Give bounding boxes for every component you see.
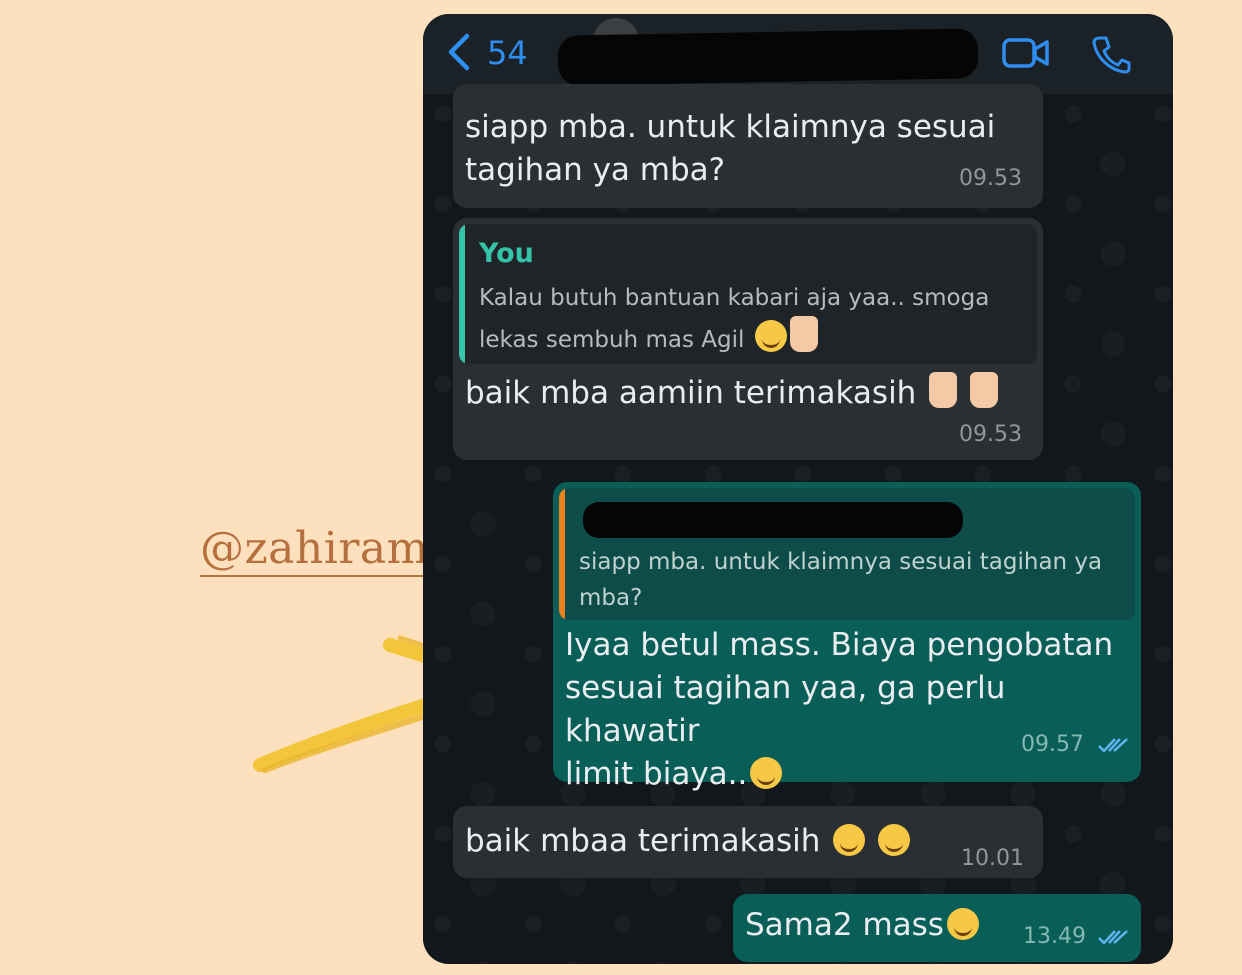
message-incoming[interactable]: You Kalau butuh bantuan kabari aja yaa..… (453, 218, 1043, 460)
message-text-line: siapp mba. untuk klaimnya sesuai (465, 109, 996, 145)
message-text: baik mba aamiin terimakasih (465, 372, 999, 415)
video-camera-icon[interactable] (1001, 36, 1051, 70)
chevron-left-icon[interactable] (445, 32, 475, 72)
message-incoming[interactable]: siapp mba. untuk klaimnya sesuai tagihan… (453, 84, 1043, 208)
message-time: 09.53 (959, 166, 1022, 191)
quote-text: Kalau butuh bantuan kabari aja yaa.. smo… (479, 280, 989, 358)
quote-text-line: Kalau butuh bantuan kabari aja yaa.. smo… (479, 285, 990, 311)
quote-text-line: lekas sembuh mas Agil (479, 316, 989, 358)
quote-bar (559, 488, 565, 620)
message-time: 09.57 (1021, 732, 1084, 757)
message-text: siapp mba. untuk klaimnya sesuai tagihan… (465, 106, 995, 192)
chat-area[interactable]: siapp mba. untuk klaimnya sesuai tagihan… (423, 84, 1173, 964)
message-outgoing[interactable]: siapp mba. untuk klaimnya sesuai tagihan… (553, 482, 1141, 792)
unread-count[interactable]: 54 (487, 34, 528, 72)
quote-text: siapp mba. untuk klaimnya sesuai tagihan… (579, 544, 1102, 616)
phone-icon[interactable] (1091, 34, 1131, 74)
folded-hands-emoji (789, 316, 818, 352)
message-time: 09.53 (959, 422, 1022, 447)
folded-hands-emoji (970, 372, 999, 408)
smiling-face-emoji (754, 320, 787, 352)
message-outgoing[interactable]: Sama2 mass 13.49 (733, 894, 1141, 962)
message-text-line: Iyaa betul mass. Biaya pengobatan (565, 627, 1114, 663)
quote-bar (459, 224, 465, 364)
redacted-quote-author (583, 502, 963, 538)
message-incoming[interactable]: baik mbaa terimakasih 10.01 (453, 806, 1043, 878)
message-time: 13.49 (1023, 924, 1086, 949)
redacted-contact-name[interactable] (557, 28, 979, 86)
phone-screen: 54 siapp mba. untuk klaimnya sesuai tagi… (423, 14, 1173, 964)
message-text-line: tagihan ya mba? (465, 152, 726, 188)
folded-hands-emoji (929, 372, 958, 408)
quote-text-line: mba? (579, 585, 643, 611)
message-text: Iyaa betul mass. Biaya pengobatan sesuai… (565, 624, 1141, 796)
hugging-face-emoji (946, 908, 979, 940)
quote-author: You (479, 238, 534, 269)
quote-text-line: siapp mba. untuk klaimnya sesuai tagihan… (579, 549, 1103, 575)
grinning-face-emoji (878, 824, 911, 856)
message-text-line: limit biaya.. (565, 753, 1141, 796)
chat-header: 54 (423, 14, 1173, 94)
read-receipt-icon (1098, 738, 1128, 753)
quoted-message[interactable]: siapp mba. untuk klaimnya sesuai tagihan… (559, 488, 1135, 620)
grinning-face-emoji (750, 757, 783, 789)
message-time: 10.01 (961, 846, 1024, 871)
message-text: Sama2 mass (745, 904, 979, 947)
grinning-face-emoji (833, 824, 866, 856)
read-receipt-icon (1098, 930, 1128, 945)
message-text: baik mbaa terimakasih (465, 820, 911, 863)
quoted-message[interactable]: You Kalau butuh bantuan kabari aja yaa..… (459, 224, 1037, 364)
